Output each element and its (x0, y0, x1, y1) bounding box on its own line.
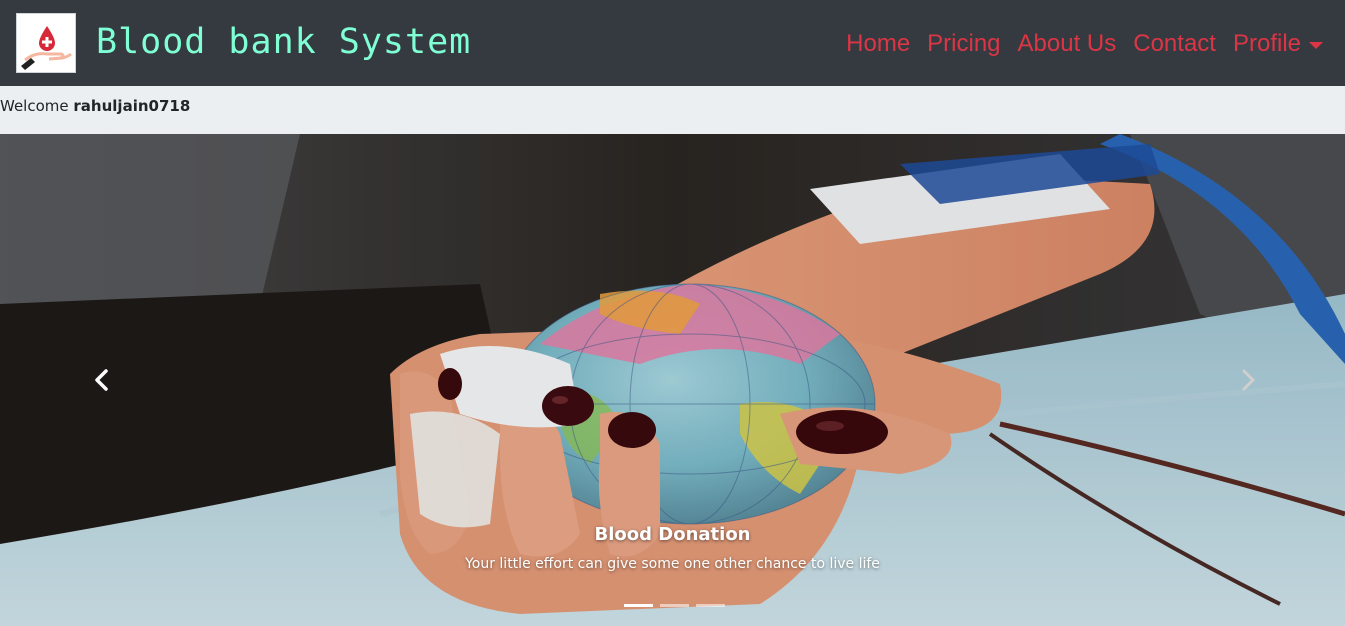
nav-pricing-link[interactable]: Pricing (927, 27, 1000, 61)
caret-down-icon (1309, 41, 1323, 49)
chevron-left-icon (95, 369, 108, 391)
caption-title: Blood Donation (594, 524, 751, 545)
logo[interactable] (16, 13, 76, 73)
nav-home-link[interactable]: Home (846, 27, 910, 61)
carousel-indicator-3[interactable] (696, 604, 725, 607)
welcome-message: Welcome rahuljain0718 (0, 97, 190, 115)
profile-label: Profile (1232, 30, 1301, 57)
welcome-username: rahuljain0718 (73, 97, 191, 115)
nav-menu: Home Pricing About Us Contact Profile (846, 27, 1323, 61)
carousel-next-button[interactable] (1228, 360, 1268, 400)
caption-text: Your little effort can give some one oth… (465, 556, 880, 572)
carousel-indicator-1[interactable] (624, 604, 653, 607)
nav-contact-link[interactable]: Contact (1133, 27, 1216, 61)
nav-about-link[interactable]: About Us (1018, 27, 1117, 61)
chevron-right-icon (1242, 369, 1255, 391)
welcome-bar: Welcome rahuljain0718 (0, 86, 1345, 134)
brand-title[interactable]: Blood bank System (96, 20, 471, 64)
blood-drop-hand-logo-icon (17, 14, 75, 72)
hero-carousel: Blood Donation Your little effort can gi… (0, 134, 1345, 626)
carousel-indicator-2[interactable] (660, 604, 689, 607)
carousel-caption: Blood Donation Your little effort can gi… (0, 522, 1345, 574)
carousel-prev-button[interactable] (82, 360, 122, 400)
carousel-indicators (624, 604, 725, 607)
top-navbar: Blood bank System Home Pricing About Us … (0, 0, 1345, 86)
profile-dropdown[interactable]: Profile (1233, 27, 1323, 61)
welcome-prefix: Welcome (0, 97, 69, 115)
